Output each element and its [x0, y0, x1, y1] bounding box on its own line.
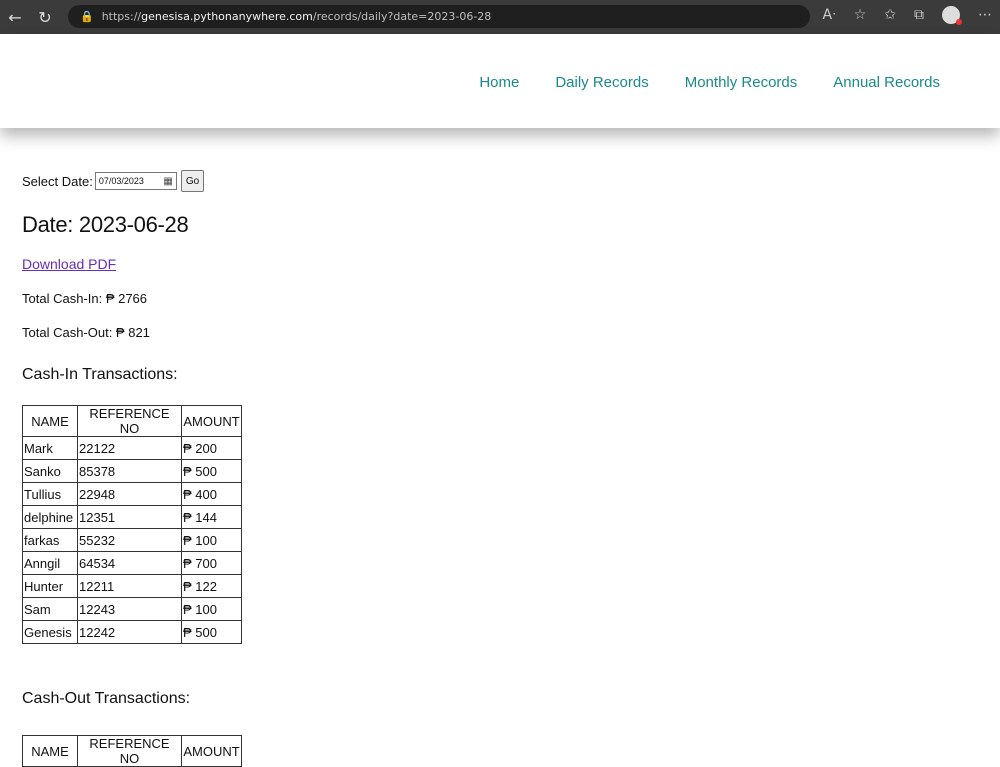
cell-reference: 12211 — [77, 574, 182, 598]
cell-amount: ₱ 700 — [181, 551, 242, 575]
collections-icon[interactable]: ⧉ — [914, 7, 924, 23]
profile-avatar[interactable] — [942, 6, 962, 25]
cell-name: Sanko — [22, 459, 78, 483]
cell-reference: 55232 — [77, 528, 182, 552]
table-row: Genesis 12242 ₱ 500 — [22, 620, 242, 644]
nav-monthly-records[interactable]: Monthly Records — [685, 74, 798, 91]
url-text: https://genesisa.pythonanywhere.com/reco… — [101, 10, 492, 23]
cell-reference: 22122 — [77, 436, 182, 460]
table-row: Mark 22122 ₱ 200 — [22, 436, 242, 460]
more-icon[interactable]: ⋯ — [978, 7, 992, 23]
table-row: Tullius 22948 ₱ 400 — [22, 482, 242, 506]
cell-amount: ₱ 500 — [181, 620, 242, 644]
site-header: Home Daily Records Monthly Records Annua… — [0, 34, 1000, 128]
download-pdf-link[interactable]: Download PDF — [22, 256, 242, 272]
cash-out-title: Cash-Out Transactions: — [22, 690, 191, 707]
cell-name: Sam — [22, 597, 78, 621]
cash-out-section: Cash-Out Transactions: — [22, 690, 190, 708]
column-header-name: NAME — [22, 735, 78, 767]
cell-reference: 64534 — [77, 551, 182, 575]
main-nav: Home Daily Records Monthly Records Annua… — [479, 74, 940, 91]
cash-out-table: NAME REFERENCE NO AMOUNT — [22, 735, 242, 767]
go-button[interactable]: Go — [180, 170, 205, 192]
cell-amount: ₱ 400 — [181, 482, 242, 506]
cash-in-table: NAME REFERENCE NO AMOUNT Mark 22122 ₱ 200 … — [22, 405, 242, 644]
column-header-reference: REFERENCE NO — [77, 735, 182, 767]
cell-name: delphine — [22, 505, 78, 529]
back-icon[interactable]: ← — [0, 8, 30, 27]
read-aloud-icon[interactable]: Aᐧ — [823, 7, 836, 23]
cell-reference: 12351 — [77, 505, 182, 529]
favorites-icon[interactable]: ✩ — [884, 7, 896, 23]
table-row: farkas 55232 ₱ 100 — [22, 528, 242, 552]
table-header-row: NAME REFERENCE NO AMOUNT — [22, 405, 242, 437]
refresh-icon[interactable]: ↻ — [30, 8, 60, 27]
total-cash-in: Total Cash-In: ₱ 2766 — [22, 291, 148, 306]
cell-amount: ₱ 200 — [181, 436, 242, 460]
column-header-amount: AMOUNT — [181, 735, 242, 767]
cell-amount: ₱ 100 — [181, 597, 242, 621]
table-row: Hunter 12211 ₱ 122 — [22, 574, 242, 598]
calendar-icon[interactable]: ▦ — [163, 176, 172, 187]
cell-reference: 12243 — [77, 597, 182, 621]
column-header-name: NAME — [22, 405, 78, 437]
cell-amount: ₱ 144 — [181, 505, 242, 529]
nav-annual-records[interactable]: Annual Records — [833, 74, 940, 91]
cell-reference: 22948 — [77, 482, 182, 506]
lock-icon[interactable]: 🔒 — [80, 10, 94, 23]
table-row: Sanko 85378 ₱ 500 — [22, 459, 242, 483]
cell-reference: 85378 — [77, 459, 182, 483]
date-input[interactable]: 07/03/2023 ▦ — [94, 172, 177, 190]
cash-in-title: Cash-In Transactions: — [22, 366, 178, 383]
cell-name: Anngil — [22, 551, 78, 575]
nav-daily-records[interactable]: Daily Records — [555, 74, 648, 91]
cell-amount: ₱ 100 — [181, 528, 242, 552]
cell-name: Mark — [22, 436, 78, 460]
cell-name: Genesis — [22, 620, 78, 644]
cell-reference: 12242 — [77, 620, 182, 644]
page-title: Date: 2023-06-28 — [22, 212, 189, 237]
cell-amount: ₱ 122 — [181, 574, 242, 598]
nav-home[interactable]: Home — [479, 74, 519, 91]
column-header-reference: REFERENCE NO — [77, 405, 182, 437]
cell-name: Hunter — [22, 574, 78, 598]
cell-amount: ₱ 500 — [181, 459, 242, 483]
address-bar[interactable]: 🔒 https://genesisa.pythonanywhere.com/re… — [68, 5, 810, 28]
table-row: delphine 12351 ₱ 144 — [22, 505, 242, 529]
table-header-row: NAME REFERENCE NO AMOUNT — [22, 735, 242, 767]
browser-toolbar: ← ↻ 🔒 https://genesisa.pythonanywhere.co… — [0, 0, 1000, 34]
date-selector: Select Date: 07/03/2023 ▦ Go — [22, 170, 242, 192]
column-header-amount: AMOUNT — [181, 405, 242, 437]
total-cash-out: Total Cash-Out: ₱ 821 — [22, 325, 150, 340]
table-row: Anngil 64534 ₱ 700 — [22, 551, 242, 575]
date-input-value: 07/03/2023 — [98, 176, 144, 186]
select-date-label: Select Date: — [22, 173, 93, 189]
main-content: Select Date: 07/03/2023 ▦ Go Date: 2023-… — [22, 170, 242, 644]
table-row: Sam 12243 ₱ 100 — [22, 597, 242, 621]
cell-name: farkas — [22, 528, 78, 552]
cell-name: Tullius — [22, 482, 78, 506]
favorites-add-icon[interactable]: ☆ — [854, 7, 867, 23]
